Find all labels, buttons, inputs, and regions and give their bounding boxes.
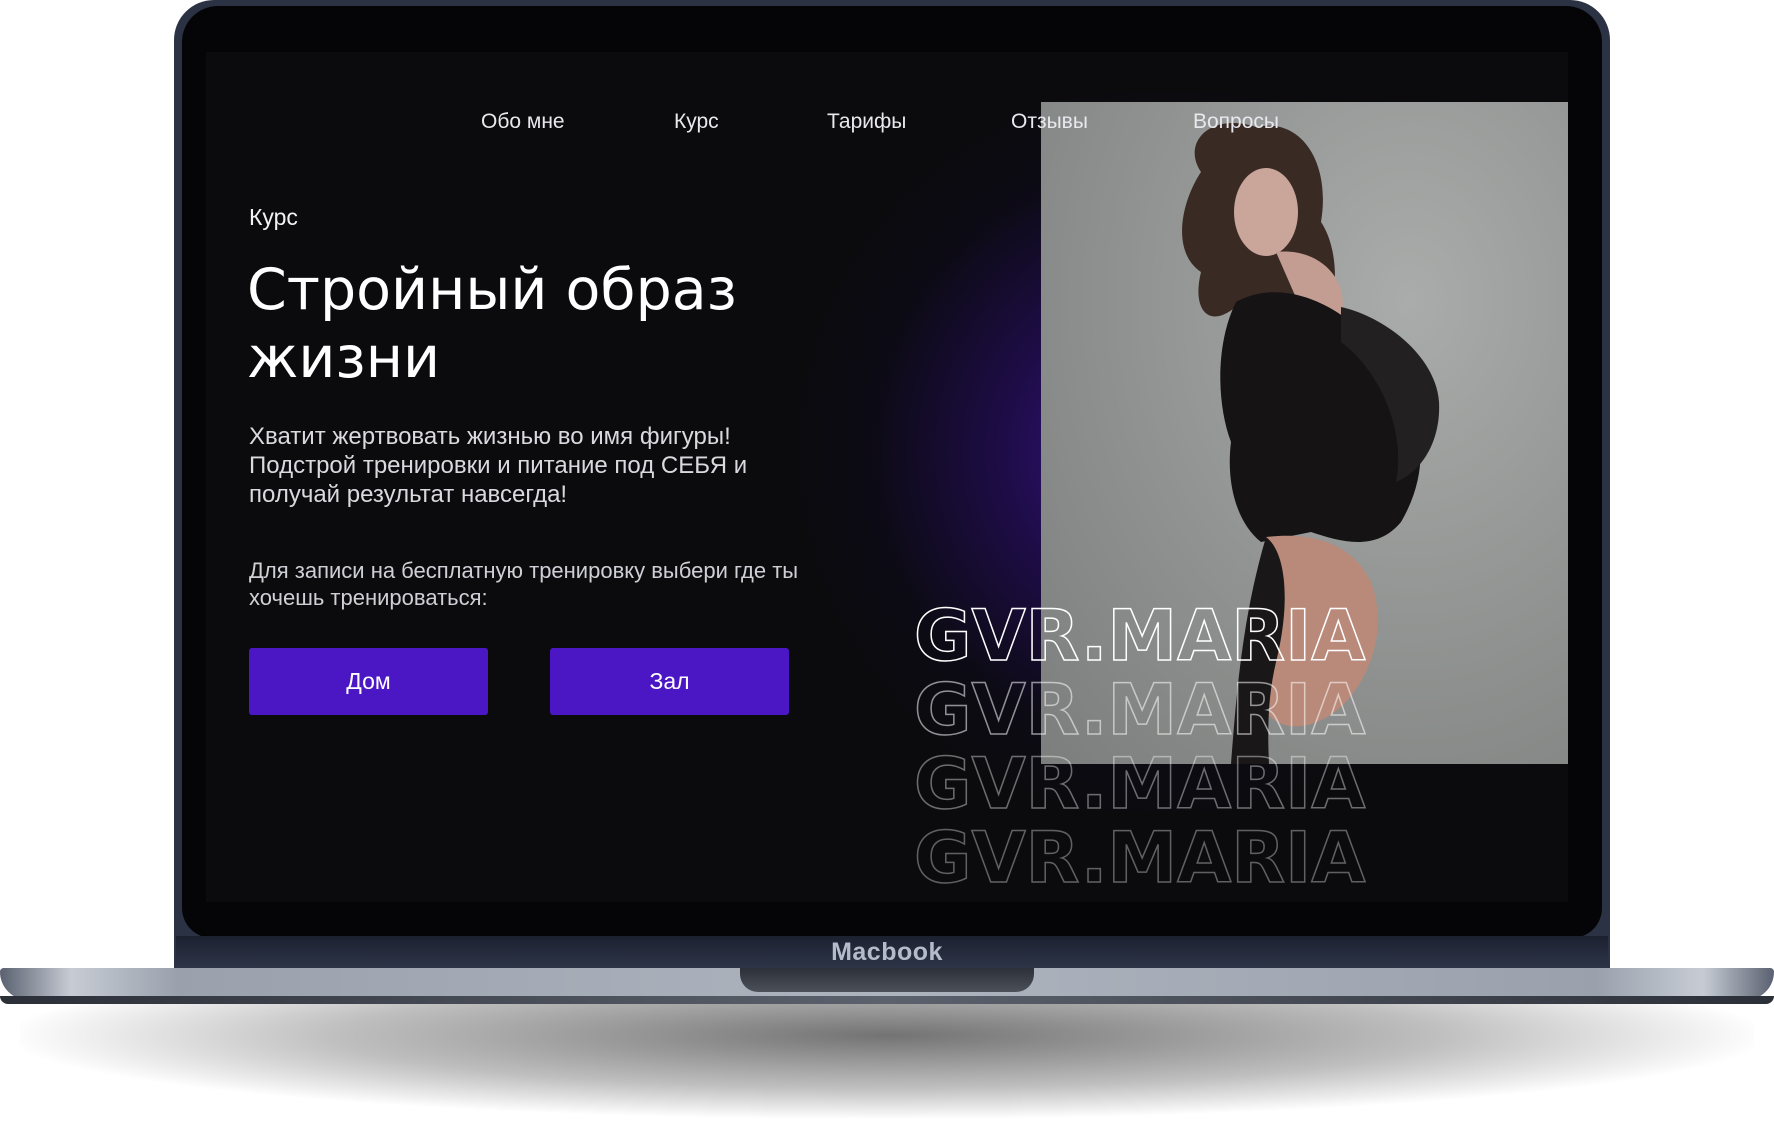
- home-training-button[interactable]: Дом: [249, 648, 488, 715]
- watermark-line-4: GVR.MARIA: [914, 818, 1366, 892]
- watermark-text: GVR.MARIA: [914, 744, 1365, 818]
- nav-item-faq[interactable]: Вопросы: [1193, 110, 1279, 134]
- watermark-text: GVR.MARIA: [914, 670, 1365, 744]
- laptop-brand-label: Macbook: [831, 938, 943, 966]
- watermark-text: GVR.MARIA: [914, 596, 1365, 670]
- laptop-shadow: [20, 1000, 1754, 1118]
- watermark-line-2: GVR.MARIA: [914, 670, 1366, 744]
- hero-title: Стройный образ жизни: [247, 257, 737, 391]
- nav-item-reviews[interactable]: Отзывы: [1011, 110, 1088, 134]
- nav-item-about[interactable]: Обо мне: [481, 110, 565, 134]
- hero-eyebrow: Курс: [249, 204, 298, 230]
- laptop-notch: [740, 968, 1034, 992]
- hero-lead: Хватит жертвовать жизнью во имя фигуры! …: [249, 423, 748, 508]
- hero-prompt: Для записи на бесплатную тренировку выбе…: [249, 558, 799, 610]
- nav-item-pricing[interactable]: Тарифы: [827, 110, 906, 134]
- laptop-base-lip: [0, 996, 1774, 1004]
- gym-training-button[interactable]: Зал: [550, 648, 789, 715]
- website-screen: Обо мне Курс Тарифы Отзывы Вопросы Курс …: [206, 52, 1568, 902]
- top-navigation: Обо мне Курс Тарифы Отзывы Вопросы: [206, 110, 1568, 140]
- watermark-line-3: GVR.MARIA: [914, 744, 1366, 818]
- watermark-line-1: GVR.MARIA: [914, 596, 1366, 670]
- watermark-text: GVR.MARIA: [914, 818, 1365, 892]
- nav-item-course[interactable]: Курс: [674, 110, 719, 134]
